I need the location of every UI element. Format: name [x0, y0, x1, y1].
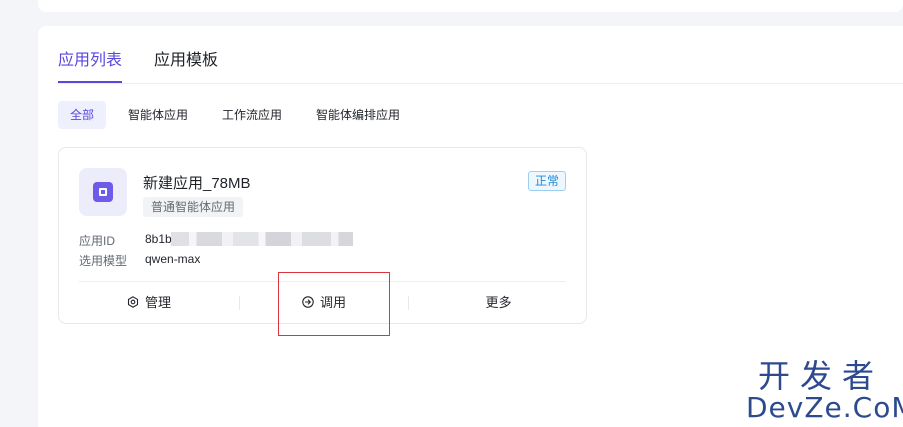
manage-label: 管理 [144, 295, 171, 310]
model-label: 选用模型 [79, 254, 128, 268]
app-id-label: 应用ID [79, 234, 116, 248]
tab-app-templates[interactable]: 应用模板 [154, 46, 218, 83]
filter-workflow-apps[interactable]: 工作流应用 [210, 101, 294, 129]
app-square-icon [79, 168, 127, 216]
more-button[interactable]: 更多 [409, 281, 588, 325]
settings-icon [127, 282, 139, 326]
more-label: 更多 [485, 295, 512, 310]
watermark-en: DevZe.CoM [746, 391, 903, 424]
filter-agent-orchestration-apps[interactable]: 智能体编排应用 [304, 101, 412, 129]
top-panel [38, 0, 903, 12]
watermark-cn: 开发者 [757, 357, 884, 395]
annotation-highlight-box [278, 272, 390, 336]
filter-agent-apps[interactable]: 智能体应用 [116, 101, 200, 129]
app-name: 新建应用_78MB [143, 175, 251, 192]
app-id-redacted [171, 232, 353, 246]
status-badge: 正常 [527, 171, 566, 191]
manage-button[interactable]: 管理 [59, 281, 239, 325]
filter-all[interactable]: 全部 [58, 101, 107, 129]
app-type-badge: 普通智能体应用 [143, 197, 244, 217]
watermark: 开发者 DevZe.CoM [746, 357, 903, 424]
app-id-value: 8b1b [145, 232, 172, 246]
tab-bar: 应用列表 应用模板 [58, 26, 903, 84]
model-value: qwen-max [145, 252, 201, 266]
tab-app-list[interactable]: 应用列表 [58, 46, 123, 83]
